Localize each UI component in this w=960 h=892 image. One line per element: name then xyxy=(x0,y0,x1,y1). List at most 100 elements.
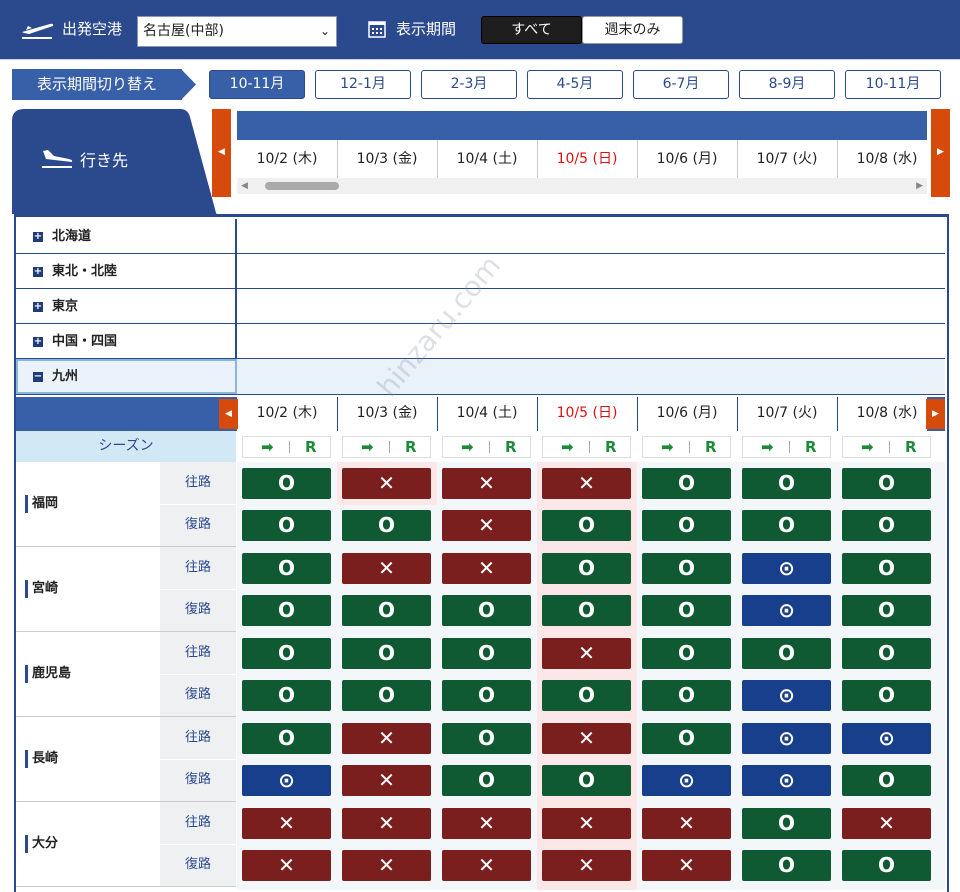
region-row-hokkaido[interactable]: + 北海道 xyxy=(16,219,945,254)
top-date-row: 10/2 (木) 10/3 (金) 10/4 (土) 10/5 (日) 10/6 (月)… xyxy=(237,140,927,178)
expand-plus-icon[interactable]: + xyxy=(33,267,43,277)
airport-select[interactable]: 名古屋(中部) ⌄ xyxy=(137,16,337,47)
availability-cell[interactable]: ✕ xyxy=(242,850,331,881)
availability-cell[interactable]: ✕ xyxy=(542,638,631,669)
expand-plus-icon[interactable]: + xyxy=(33,232,43,242)
availability-cell[interactable]: O xyxy=(842,850,931,881)
region-row-kyushu[interactable]: − 九州 xyxy=(16,359,945,395)
availability-cell[interactable]: ⊙ xyxy=(242,765,331,796)
availability-cell[interactable]: O xyxy=(542,553,631,584)
availability-cell[interactable]: ⊙ xyxy=(742,765,831,796)
period-button-1[interactable]: 12-1月 xyxy=(315,70,411,99)
expand-plus-icon[interactable]: + xyxy=(33,302,43,312)
availability-cell[interactable]: O xyxy=(842,553,931,584)
availability-cell[interactable]: O xyxy=(442,595,531,626)
availability-cell[interactable]: ✕ xyxy=(242,808,331,839)
period-button-2[interactable]: 2-3月 xyxy=(421,70,517,99)
availability-cell[interactable]: O xyxy=(642,638,731,669)
scroll-arrow-right-icon[interactable]: ▶ xyxy=(916,178,923,194)
availability-cell[interactable]: O xyxy=(542,680,631,711)
availability-cell[interactable]: O xyxy=(642,468,731,499)
availability-cell[interactable]: ⊙ xyxy=(742,680,831,711)
availability-cell[interactable]: O xyxy=(842,468,931,499)
availability-cell[interactable]: O xyxy=(642,553,731,584)
availability-cell[interactable]: ⊙ xyxy=(742,723,831,754)
inner-scroll-left-button[interactable]: ◀ xyxy=(219,399,238,429)
availability-cell[interactable]: O xyxy=(842,510,931,541)
collapse-minus-icon[interactable]: − xyxy=(33,372,43,382)
availability-cell[interactable]: O xyxy=(242,468,331,499)
availability-cell[interactable]: O xyxy=(442,680,531,711)
period-button-3[interactable]: 4-5月 xyxy=(527,70,623,99)
period-button-0[interactable]: 10-11月 xyxy=(209,70,305,99)
availability-cell[interactable]: O xyxy=(742,808,831,839)
period-button-6[interactable]: 10-11月 xyxy=(845,70,941,99)
availability-cell[interactable]: ✕ xyxy=(542,850,631,881)
city-row: 大分 往路 復路 xyxy=(16,802,236,887)
toggle-all-button[interactable]: すべて xyxy=(481,16,582,44)
availability-cell[interactable]: O xyxy=(742,510,831,541)
availability-cell[interactable]: O xyxy=(842,638,931,669)
availability-cell[interactable]: O xyxy=(242,595,331,626)
availability-cell[interactable]: ✕ xyxy=(442,468,531,499)
availability-cell[interactable]: O xyxy=(842,765,931,796)
horizontal-scrollbar[interactable]: ◀ ▶ xyxy=(237,178,927,194)
availability-cell[interactable]: O xyxy=(442,638,531,669)
availability-cell[interactable]: ✕ xyxy=(842,808,931,839)
season-r-label: R xyxy=(905,438,917,456)
availability-cell[interactable]: O xyxy=(642,595,731,626)
availability-cell[interactable]: ✕ xyxy=(442,808,531,839)
availability-cell[interactable]: ⊙ xyxy=(742,553,831,584)
availability-cell[interactable]: ✕ xyxy=(542,468,631,499)
availability-cell[interactable]: O xyxy=(342,638,431,669)
availability-cell[interactable]: O xyxy=(642,510,731,541)
expand-plus-icon[interactable]: + xyxy=(33,337,43,347)
availability-cell[interactable]: ✕ xyxy=(642,808,731,839)
availability-cell[interactable]: O xyxy=(242,638,331,669)
availability-cell[interactable]: O xyxy=(842,595,931,626)
availability-cell[interactable]: ✕ xyxy=(342,850,431,881)
availability-cell[interactable]: O xyxy=(642,680,731,711)
availability-cell[interactable]: O xyxy=(542,510,631,541)
availability-cell[interactable]: O xyxy=(242,723,331,754)
availability-cell[interactable]: O xyxy=(542,595,631,626)
availability-cell[interactable]: O xyxy=(442,765,531,796)
availability-cell[interactable]: ✕ xyxy=(342,468,431,499)
period-button-4[interactable]: 6-7月 xyxy=(633,70,729,99)
availability-cell[interactable]: ✕ xyxy=(342,765,431,796)
availability-cell[interactable]: O xyxy=(342,680,431,711)
region-row-chugoku[interactable]: + 中国・四国 xyxy=(16,324,945,359)
availability-cell[interactable]: ✕ xyxy=(342,553,431,584)
availability-cell[interactable]: ✕ xyxy=(342,723,431,754)
availability-cell[interactable]: ✕ xyxy=(442,553,531,584)
availability-cell[interactable]: O xyxy=(842,680,931,711)
availability-cell[interactable]: O xyxy=(442,723,531,754)
availability-cell[interactable]: O xyxy=(242,553,331,584)
availability-cell[interactable]: ⊙ xyxy=(742,595,831,626)
period-button-5[interactable]: 8-9月 xyxy=(739,70,835,99)
toggle-weekend-button[interactable]: 週末のみ xyxy=(582,16,683,44)
availability-cell[interactable]: O xyxy=(542,765,631,796)
scroll-arrow-left-icon[interactable]: ◀ xyxy=(241,178,248,194)
availability-cell[interactable]: ✕ xyxy=(442,510,531,541)
availability-cell[interactable]: O xyxy=(242,510,331,541)
availability-cell[interactable]: ⊙ xyxy=(842,723,931,754)
scroll-left-button[interactable]: ◀ xyxy=(212,109,231,197)
availability-cell[interactable]: ✕ xyxy=(442,850,531,881)
availability-cell[interactable]: O xyxy=(342,595,431,626)
availability-cell[interactable]: O xyxy=(342,510,431,541)
availability-cell[interactable]: O xyxy=(742,468,831,499)
season-indicator: ➡ R xyxy=(842,436,931,458)
availability-cell[interactable]: O xyxy=(242,680,331,711)
availability-cell[interactable]: O xyxy=(742,850,831,881)
return-label: 復路 xyxy=(184,772,211,787)
availability-cell[interactable]: ✕ xyxy=(542,723,631,754)
availability-cell[interactable]: O xyxy=(742,638,831,669)
availability-cell[interactable]: ⊙ xyxy=(642,765,731,796)
availability-cell[interactable]: ✕ xyxy=(342,808,431,839)
availability-cell[interactable]: ✕ xyxy=(542,808,631,839)
scrollbar-thumb[interactable] xyxy=(265,182,339,190)
availability-cell[interactable]: ✕ xyxy=(642,850,731,881)
availability-cell[interactable]: O xyxy=(642,723,731,754)
inner-scroll-right-button[interactable]: ▶ xyxy=(926,399,945,429)
